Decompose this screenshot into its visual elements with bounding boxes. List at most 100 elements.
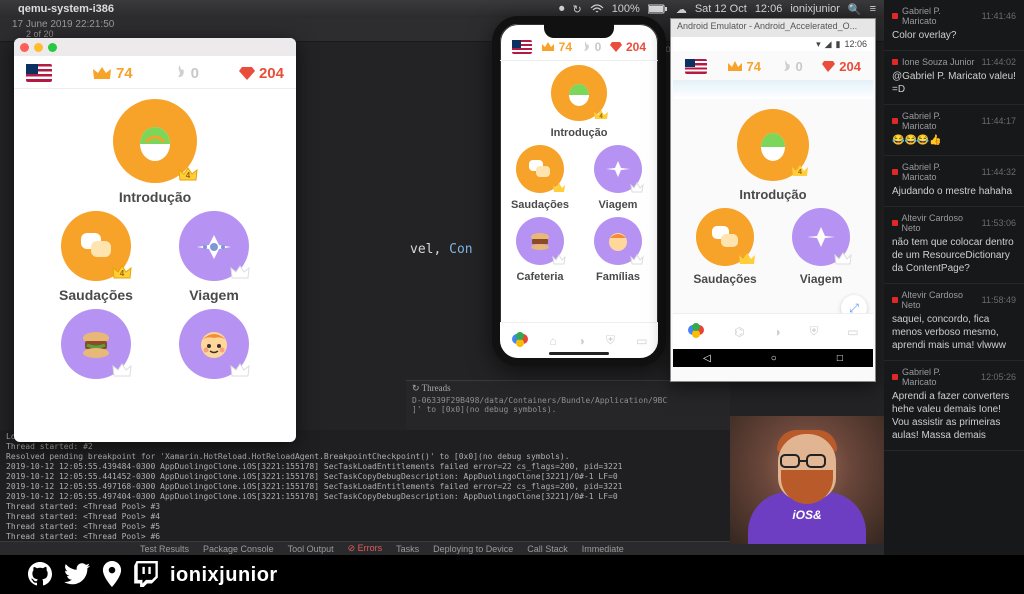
crown-badge-icon bbox=[229, 359, 251, 381]
skill-cafe[interactable]: Cafeteria bbox=[508, 217, 572, 283]
status-deploying[interactable]: Deploying to Device bbox=[433, 544, 513, 554]
twitch-icon[interactable] bbox=[134, 561, 158, 590]
console-line: 2019-10-12 12:05:55.497404-0300 AppDuoli… bbox=[6, 492, 724, 502]
code-text: vel, Con bbox=[410, 242, 473, 257]
tab-stories-icon[interactable]: ⌂ bbox=[550, 334, 557, 348]
tab-learn-icon[interactable] bbox=[511, 330, 529, 351]
menubar-hamburger-icon[interactable]: ≡ bbox=[870, 3, 876, 15]
android-window-title[interactable]: Android Emulator - Android_Accelerated_O… bbox=[671, 19, 875, 37]
chat-message: Altevir Cardoso Neto11:58:49 saquei, con… bbox=[884, 284, 1024, 361]
status-immediate[interactable]: Immediate bbox=[582, 544, 624, 554]
status-errors[interactable]: ⊘ Errors bbox=[348, 543, 383, 554]
crown-badge-icon bbox=[834, 250, 852, 268]
tab-shield-icon[interactable]: ⛨ bbox=[809, 324, 818, 339]
tab-dumbbell-icon[interactable]: ⌬ bbox=[734, 325, 744, 339]
crown-count[interactable]: 74 bbox=[92, 65, 133, 82]
live-chat-panel[interactable]: Gabriel P. Maricato11:41:46 Color overla… bbox=[884, 0, 1024, 555]
console-line: Thread started: <Thread Pool> #3 bbox=[6, 502, 724, 512]
skill-greetings[interactable]: Saudações bbox=[686, 208, 764, 286]
chat-message: Gabriel P. Maricato11:44:32 Ajudando o m… bbox=[884, 156, 1024, 207]
crown-badge-icon bbox=[630, 181, 644, 195]
skill-travel[interactable]: Viagem bbox=[782, 208, 860, 286]
console-line: Thread started: <Thread Pool> #5 bbox=[6, 522, 724, 532]
skill-intro[interactable]: 4 Introdução bbox=[544, 65, 614, 139]
skill-family[interactable] bbox=[169, 309, 259, 385]
tab-shop-icon[interactable]: ▭ bbox=[636, 334, 647, 348]
menubar-sync-icon[interactable]: ↻ bbox=[572, 3, 581, 16]
flag-us-icon[interactable] bbox=[26, 64, 52, 82]
youtube-badge-icon bbox=[892, 220, 898, 226]
flag-us-icon[interactable] bbox=[685, 59, 707, 74]
icloud-icon[interactable]: ☁ bbox=[676, 3, 687, 16]
status-test-results[interactable]: Test Results bbox=[140, 544, 189, 554]
youtube-badge-icon bbox=[892, 297, 898, 303]
crown-count[interactable]: 74 bbox=[541, 40, 572, 54]
spotlight-icon[interactable]: 🔍 bbox=[848, 3, 862, 16]
battery-percent: 100% bbox=[612, 3, 640, 15]
chat-user: Gabriel P. Maricato bbox=[902, 111, 978, 131]
status-package-console[interactable]: Package Console bbox=[203, 544, 274, 554]
skill-family[interactable]: Famílias bbox=[586, 217, 650, 283]
gem-count[interactable]: 204 bbox=[822, 59, 861, 74]
skill-label: Viagem bbox=[586, 199, 650, 211]
skill-travel[interactable]: Viagem bbox=[169, 211, 259, 303]
chat-time: 11:53:06 bbox=[982, 218, 1016, 228]
android-home-icon[interactable]: ○ bbox=[771, 353, 777, 364]
tab-shop-icon[interactable]: ▭ bbox=[847, 325, 858, 339]
status-callstack[interactable]: Call Stack bbox=[527, 544, 568, 554]
android-back-icon[interactable]: ◁ bbox=[703, 353, 711, 364]
location-pin-icon[interactable] bbox=[102, 561, 122, 590]
skill-greetings[interactable]: Saudações bbox=[508, 145, 572, 211]
skill-label: Saudações bbox=[51, 287, 141, 303]
chat-text: Aprendi a fazer converters hehe valeu de… bbox=[892, 390, 1016, 442]
android-recents-icon[interactable]: □ bbox=[837, 353, 843, 364]
skill-label: Introdução bbox=[728, 187, 818, 202]
skill-label: Viagem bbox=[782, 272, 860, 286]
output-console[interactable]: Loaded assembly: dolo-0v10d01d080 [Exter… bbox=[0, 430, 730, 542]
window-titlebar[interactable] bbox=[14, 38, 296, 56]
youtube-badge-icon bbox=[892, 169, 898, 175]
flag-us-icon[interactable] bbox=[512, 40, 532, 54]
crown-badge-icon bbox=[111, 359, 133, 381]
wifi-icon[interactable] bbox=[590, 4, 604, 14]
crown-badge-icon: 4 bbox=[111, 261, 133, 283]
twitter-icon[interactable] bbox=[64, 563, 90, 588]
menubar-obs-icon[interactable]: ⏺ bbox=[559, 3, 565, 16]
skill-travel[interactable]: Viagem bbox=[586, 145, 650, 211]
skill-greetings[interactable]: 4 Saudações bbox=[51, 211, 141, 303]
crown-badge-icon bbox=[552, 181, 566, 195]
chat-text: Ajudando o mestre hahaha bbox=[892, 185, 1016, 198]
streak-count[interactable]: 0 bbox=[581, 40, 602, 54]
youtube-badge-icon bbox=[892, 118, 898, 124]
svg-text:4: 4 bbox=[798, 169, 802, 176]
tab-profile-icon[interactable]: ◑ bbox=[773, 325, 780, 339]
console-line: 2019-10-12 12:05:55.439484-0300 AppDuoli… bbox=[6, 462, 724, 472]
chat-text: não tem que colocar dentro de um Resourc… bbox=[892, 236, 1016, 275]
skill-cafe[interactable] bbox=[51, 309, 141, 385]
tab-profile-icon[interactable]: ◑ bbox=[578, 334, 585, 348]
skill-intro[interactable]: 4 Introdução bbox=[110, 99, 200, 205]
window-close-icon[interactable] bbox=[20, 43, 29, 52]
tab-learn-icon[interactable] bbox=[687, 321, 705, 342]
crown-count[interactable]: 74 bbox=[727, 59, 761, 74]
crown-badge-icon bbox=[229, 261, 251, 283]
foreground-app-name[interactable]: qemu-system-i386 bbox=[18, 3, 114, 15]
window-zoom-icon[interactable] bbox=[48, 43, 57, 52]
gem-count[interactable]: 204 bbox=[239, 65, 284, 82]
status-tasks[interactable]: Tasks bbox=[396, 544, 419, 554]
battery-icon: ▮ bbox=[836, 39, 841, 50]
streak-count[interactable]: 0 bbox=[173, 64, 199, 82]
battery-icon[interactable] bbox=[648, 4, 668, 14]
window-minimize-icon[interactable] bbox=[34, 43, 43, 52]
github-icon[interactable] bbox=[28, 562, 52, 589]
console-line: Resolved pending breakpoint for 'Xamarin… bbox=[6, 452, 724, 462]
home-indicator[interactable] bbox=[549, 352, 609, 355]
app-tabbar: ⌬ ◑ ⛨ ▭ bbox=[673, 313, 873, 349]
chat-user: Gabriel P. Maricato bbox=[902, 367, 977, 387]
skill-label: Famílias bbox=[586, 271, 650, 283]
status-tool-output[interactable]: Tool Output bbox=[288, 544, 334, 554]
skill-intro[interactable]: 4 Introdução bbox=[728, 109, 818, 202]
gem-count[interactable]: 204 bbox=[610, 40, 646, 54]
tab-shield-icon[interactable]: ⛨ bbox=[606, 333, 615, 348]
streak-count[interactable]: 0 bbox=[781, 59, 803, 74]
